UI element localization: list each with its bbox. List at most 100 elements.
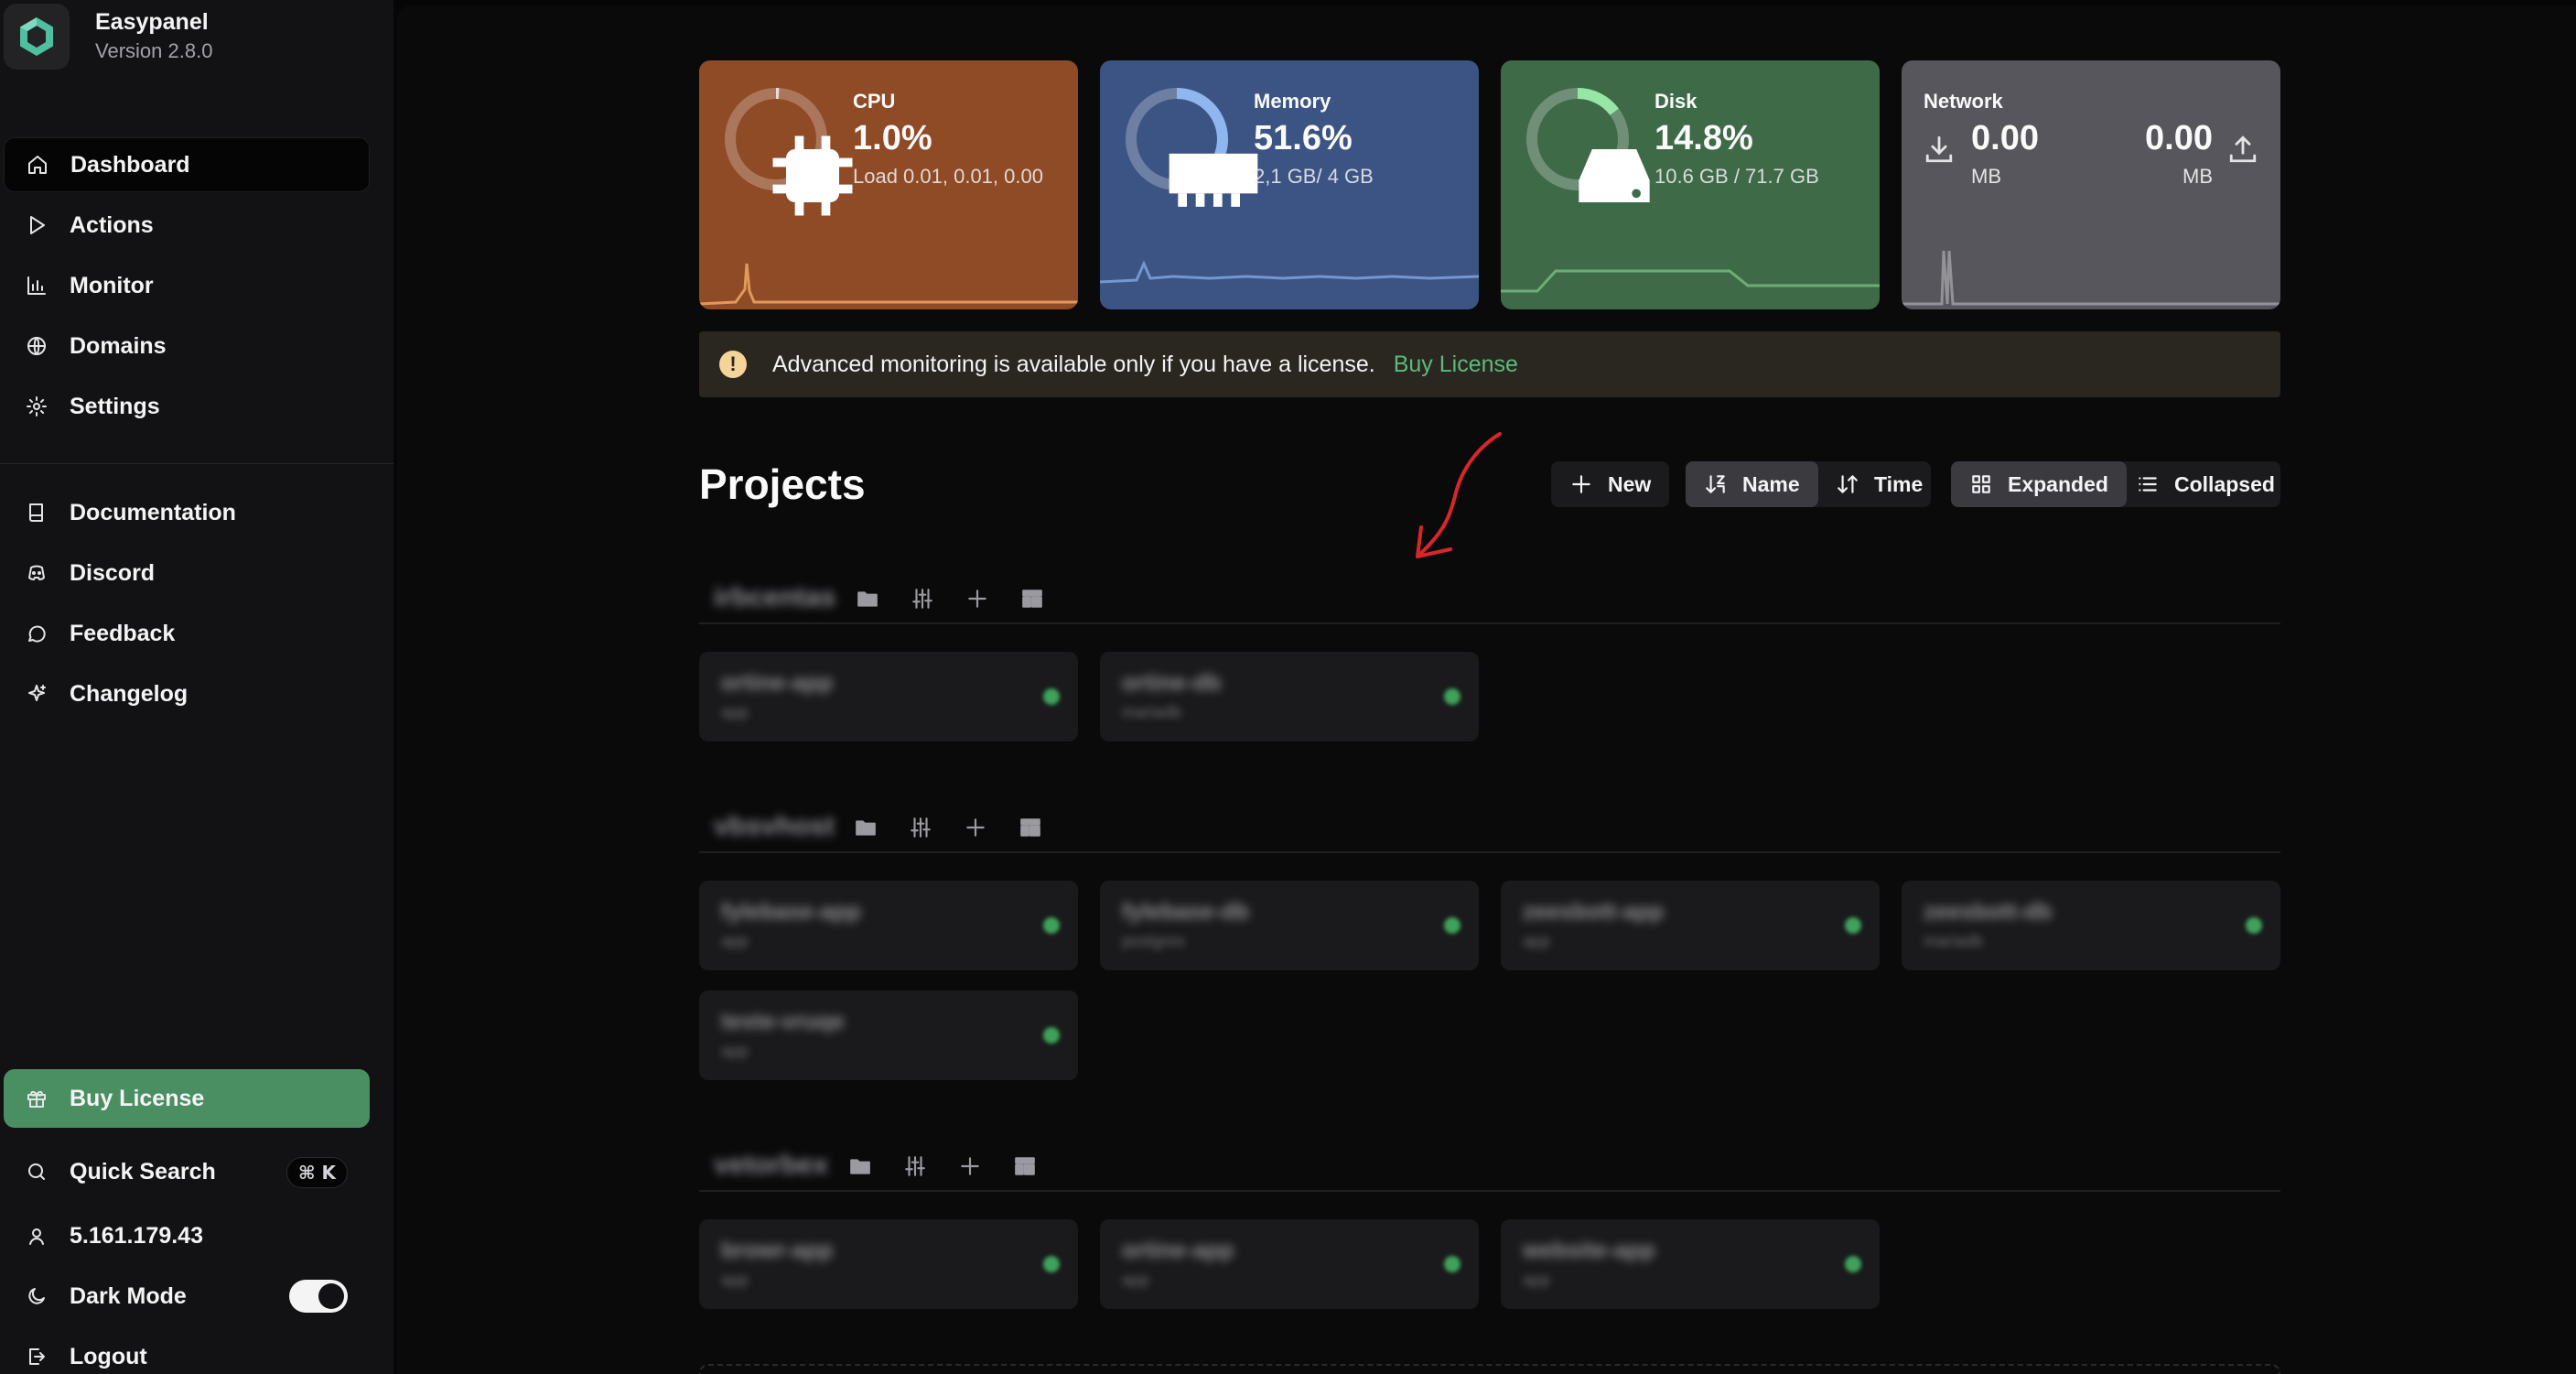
project-name[interactable]: vbsvhost [714,811,835,842]
service-card[interactable]: ortine-app app [699,652,1078,741]
network-label: Network [1924,90,2003,113]
view-collapsed-label: Collapsed [2174,471,2275,496]
memory-usage: 2,1 GB/ 4 GB [1254,165,1374,188]
cpu-value: 1.0% [853,119,932,157]
sort-by-name-button[interactable]: Name [1686,461,1818,507]
service-name: fylebase-app [721,899,861,925]
project-group: vbsvhost [699,798,2280,853]
quick-search-button[interactable]: Quick Search ⌘ K [4,1144,370,1199]
folder-icon[interactable] [853,815,878,840]
sidebar-item-monitor[interactable]: Monitor [4,258,370,313]
service-card[interactable]: browr-app app [699,1219,1078,1309]
service-name: zeesbott-db [1924,899,2053,925]
service-card[interactable]: fylebase-db postgres [1100,881,1479,970]
memory-value: 51.6% [1254,119,1353,157]
dark-mode-toggle[interactable] [289,1280,348,1313]
buy-license-button[interactable]: Buy License [4,1069,370,1128]
service-card[interactable]: zeesbott-app app [1501,881,1880,970]
service-card[interactable]: teste-vruqe app [699,990,1078,1080]
annotation-arrow [1416,432,1502,558]
book-icon [26,502,48,524]
template-icon[interactable] [1019,586,1045,611]
alert-buy-license-link[interactable]: Buy License [1394,352,1518,378]
view-expanded-button[interactable]: Expanded [1951,461,2127,507]
project-tools [847,1153,1067,1179]
service-card[interactable]: ortine-db mariadb [1100,652,1479,741]
sidebar-item-label: Documentation [70,499,236,525]
server-ip[interactable]: 5.161.179.43 [4,1208,370,1263]
sidebar-item-label: Domains [70,332,167,359]
sidebar: Easypanel Version 2.8.0 Dashboard Action… [0,0,393,1374]
new-project-button[interactable]: New [1551,461,1670,507]
brand-name: Easypanel [95,9,209,36]
disk-usage: 10.6 GB / 71.7 GB [1654,165,1819,188]
sidebar-item-domains[interactable]: Domains [4,319,370,373]
sliders-icon[interactable] [910,586,935,611]
sort-time-label: Time [1874,471,1924,496]
sliders-icon[interactable] [908,815,933,840]
toggle-knob [318,1283,344,1309]
plus-icon[interactable] [963,815,988,840]
quick-search-label: Quick Search [70,1158,216,1185]
service-card[interactable]: fylebase-app app [699,881,1078,970]
sort-by-time-button[interactable]: Time [1817,461,1941,507]
memory-gauge [1124,86,1258,207]
brand[interactable]: Easypanel Version 2.8.0 [4,4,212,70]
status-dot [2246,917,2262,934]
quick-search-shortcut: ⌘ K [286,1157,348,1188]
sidebar-item-changelog[interactable]: Changelog [4,666,370,721]
sidebar-item-discord[interactable]: Discord [4,546,370,600]
project-name[interactable]: irbcentas [714,582,835,613]
service-card[interactable]: website-app app [1501,1219,1880,1309]
sidebar-item-feedback[interactable]: Feedback [4,606,370,661]
memory-icon [1169,153,1258,207]
cpu-sparkline [699,263,1078,306]
service-name: teste-vruqe [721,1009,845,1034]
service-card[interactable]: ortine-app app [1100,1219,1479,1309]
project-name[interactable]: vetorbex [714,1150,828,1181]
moon-icon [26,1285,48,1307]
sidebar-item-label: Changelog [70,680,189,707]
sidebar-item-dashboard[interactable]: Dashboard [4,137,370,192]
folder-icon[interactable] [847,1153,873,1179]
gear-icon [26,395,48,417]
template-icon[interactable] [1012,1153,1038,1179]
sort-time-icon [1838,475,1858,493]
service-type: app [1523,1271,1551,1289]
view-collapsed-button[interactable]: Collapsed [2118,461,2293,507]
sliders-icon[interactable] [902,1153,928,1179]
memory-stat-card[interactable]: Memory 51.6% 2,1 GB/ 4 GB [1100,60,1479,309]
network-in-unit: MB [1971,165,2001,188]
app-root: Easypanel Version 2.8.0 Dashboard Action… [0,0,2576,1374]
folder-icon[interactable] [855,586,880,611]
status-dot [1043,917,1060,934]
logout-icon [26,1346,48,1368]
sidebar-item-label: Feedback [70,620,176,646]
logout-button[interactable]: Logout [4,1329,370,1374]
network-stat-card[interactable]: Network 0.00 MB 0.00 MB [1902,60,2280,309]
template-icon[interactable] [1018,815,1043,840]
cpu-label: CPU [853,90,896,113]
service-type: app [1122,1271,1150,1289]
sidebar-item-settings[interactable]: Settings [4,379,370,434]
sidebar-item-actions[interactable]: Actions [4,198,370,253]
cpu-load: Load 0.01, 0.01, 0.00 [853,165,1043,188]
logout-label: Logout [70,1343,147,1369]
status-dot [1043,688,1060,705]
disk-label: Disk [1654,90,1698,113]
service-card[interactable]: zeesbott-db mariadb [1902,881,2280,970]
disk-stat-card[interactable]: Disk 14.8% 10.6 GB / 71.7 GB [1501,60,1880,309]
project-tools [855,586,1074,611]
cpu-stat-card[interactable]: CPU 1.0% Load 0.01, 0.01, 0.00 [699,60,1078,309]
service-type: app [721,1271,749,1289]
sort-az-icon [1706,475,1725,493]
plus-icon[interactable] [957,1153,983,1179]
cpu-chip-icon [772,135,853,216]
search-icon [26,1161,48,1183]
network-in-value: 0.00 [1971,119,2039,157]
plus-icon[interactable] [965,586,990,611]
sidebar-item-documentation[interactable]: Documentation [4,485,370,540]
sidebar-item-label: Actions [70,211,154,238]
status-dot [1845,917,1861,934]
add-project-placeholder[interactable] [699,1364,2280,1374]
